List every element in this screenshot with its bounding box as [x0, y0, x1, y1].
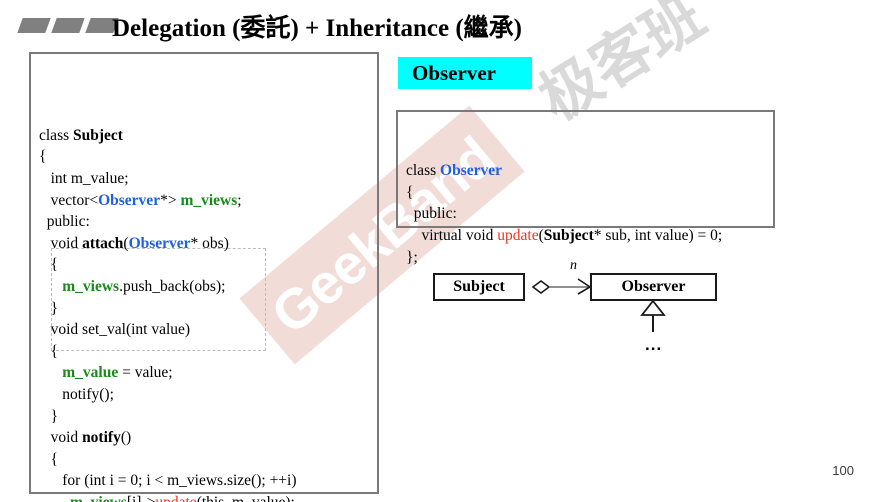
code-token: };	[406, 248, 418, 266]
code-line: void set_val(int value)	[39, 319, 377, 341]
code-token: public:	[39, 213, 90, 231]
code-line: class Observer	[406, 160, 773, 182]
code-token: notify	[82, 429, 121, 447]
code-token: Subject	[543, 226, 594, 244]
code-token: {	[39, 342, 59, 360]
observer-code-lines: class Observer{ public: virtual void upd…	[406, 160, 773, 268]
code-token: void set_val(int value)	[39, 321, 191, 339]
code-line: m_value = value;	[39, 362, 377, 384]
subject-code-lines: class Subject{ int m_value; vector<Obser…	[39, 125, 377, 502]
code-token: {	[406, 183, 414, 201]
code-token: (this, m_value);	[197, 494, 295, 502]
subject-code-block: class Subject{ int m_value; vector<Obser…	[29, 52, 379, 502]
code-token: }	[39, 407, 59, 425]
code-line: vector<Observer*> m_views;	[39, 190, 377, 212]
observer-code-block: class Observer{ public: virtual void upd…	[396, 110, 775, 266]
uml-class-subject: Subject	[433, 273, 525, 301]
uml-multiplicity-label: n	[570, 258, 577, 273]
code-token: m_value	[62, 364, 119, 382]
parallelogram-icon	[17, 18, 51, 33]
code-token: ;	[237, 191, 242, 209]
code-token: int m_value;	[39, 169, 129, 187]
code-line: virtual void update(Subject* sub, int va…	[406, 225, 773, 247]
code-line: class Subject	[39, 125, 377, 147]
uml-subclass-ellipsis: ...	[645, 335, 663, 354]
code-token: Observer	[128, 234, 191, 252]
code-token: {	[39, 450, 59, 468]
uml-class-observer: Observer	[590, 273, 717, 301]
code-token: attach	[82, 234, 124, 252]
code-token: {	[39, 256, 59, 274]
code-line: public:	[406, 203, 773, 225]
code-token: *>	[160, 191, 181, 209]
code-token: m_views	[70, 494, 127, 502]
code-line: {	[39, 341, 377, 363]
code-token: virtual void	[406, 226, 498, 244]
code-token: m_views	[62, 277, 120, 295]
code-token: ()	[120, 429, 132, 447]
code-line: };	[406, 247, 773, 269]
code-token: * sub, int value) = 0;	[593, 226, 723, 244]
code-line: {	[39, 449, 377, 471]
code-token: }	[39, 299, 59, 317]
code-token: for (int i = 0; i < m_views.size(); ++i)	[39, 472, 297, 490]
slide-title-bar: Delegation (委託) + Inheritance (繼承)	[0, 6, 878, 46]
slide-canvas: GeekBand 极客班 Delegation (委託) + Inheritan…	[0, 0, 878, 502]
code-token: = value;	[118, 364, 173, 382]
code-line: {	[39, 146, 377, 168]
code-token: * obs)	[190, 234, 229, 252]
code-token: update	[155, 494, 196, 502]
code-token: notify();	[39, 385, 114, 403]
code-line: m_views.push_back(obs);	[39, 276, 377, 298]
page-number: 100	[832, 463, 854, 478]
code-line: }	[39, 298, 377, 320]
code-token: {	[39, 148, 47, 166]
code-token: class	[39, 126, 74, 144]
code-line: void attach(Observer* obs)	[39, 233, 377, 255]
code-token: public:	[406, 205, 457, 223]
code-line: m_views[i]->update(this, m_value);	[39, 492, 377, 502]
code-token: .push_back(obs);	[119, 277, 226, 295]
observer-section-label: Observer	[398, 57, 532, 89]
code-line: int m_value;	[39, 168, 377, 190]
code-line: void notify()	[39, 427, 377, 449]
page-title: Delegation (委託) + Inheritance (繼承)	[112, 15, 523, 42]
code-token: m_views	[180, 191, 238, 209]
code-line: for (int i = 0; i < m_views.size(); ++i)	[39, 470, 377, 492]
code-token: update	[497, 226, 539, 244]
code-line: {	[39, 254, 377, 276]
code-token: void	[39, 429, 83, 447]
code-token: Subject	[73, 126, 123, 144]
code-token: class	[406, 162, 441, 180]
code-token: [i]->	[127, 494, 156, 502]
code-line: public:	[39, 211, 377, 233]
code-token: Observer	[98, 191, 161, 209]
code-token: vector<	[39, 191, 99, 209]
title-bullet-marks	[17, 18, 119, 33]
code-line: {	[406, 182, 773, 204]
code-line: notify();	[39, 384, 377, 406]
code-line: }	[39, 406, 377, 428]
parallelogram-icon	[51, 18, 85, 33]
code-token: Observer	[440, 162, 502, 180]
code-token: void	[39, 234, 83, 252]
